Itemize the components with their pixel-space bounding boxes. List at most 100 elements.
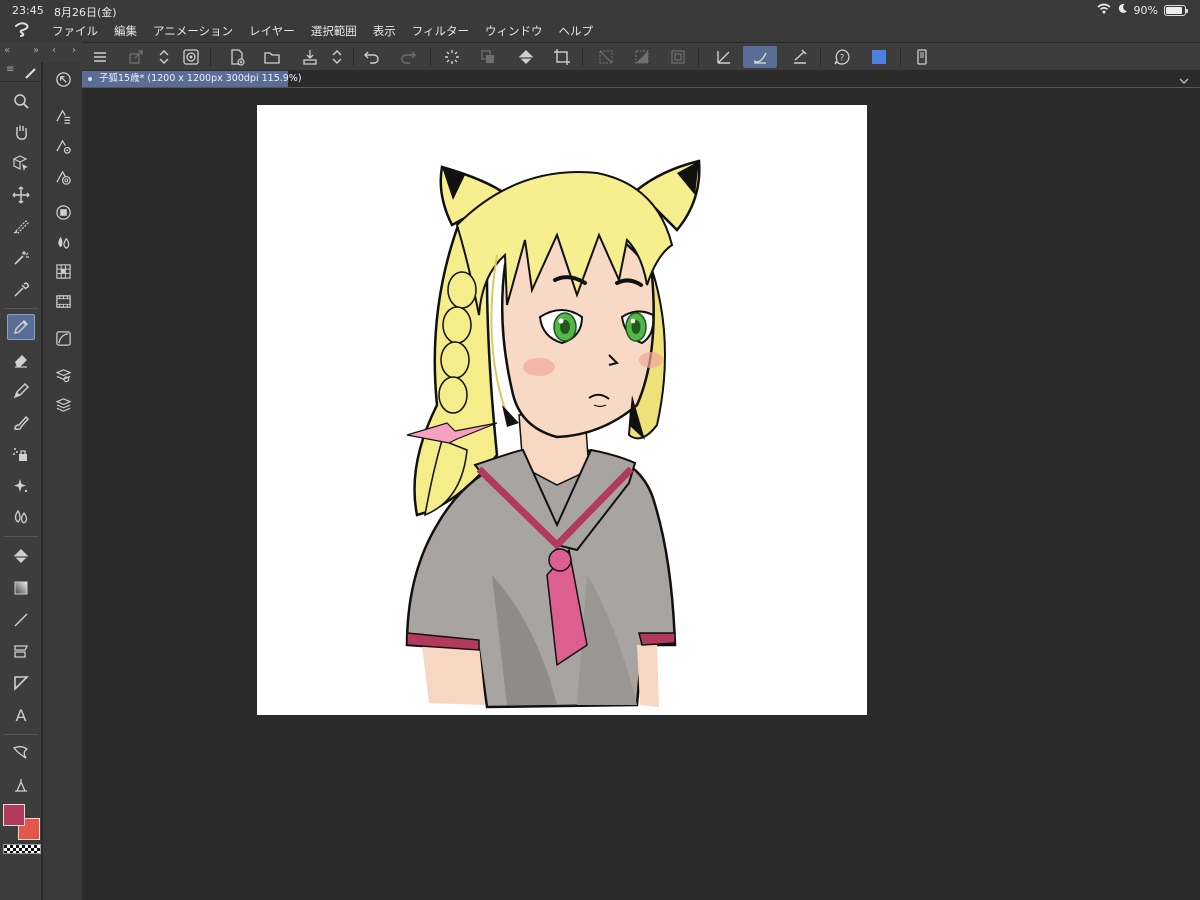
menu-filter[interactable]: フィルター xyxy=(404,23,477,39)
moon-icon xyxy=(1117,3,1128,17)
menu-window[interactable]: ウィンドウ xyxy=(477,23,551,39)
balloon-icon[interactable] xyxy=(7,740,35,766)
fill-bucket-icon[interactable] xyxy=(514,46,538,68)
svg-text:?: ? xyxy=(840,54,845,64)
select-layer-icon[interactable] xyxy=(666,46,690,68)
menu-edit[interactable]: 編集 xyxy=(106,23,145,39)
panel-next-button[interactable]: › xyxy=(72,45,76,56)
transparent-color-swatch[interactable] xyxy=(3,844,41,854)
operation-icon[interactable] xyxy=(7,150,35,176)
layer-search-icon[interactable] xyxy=(51,363,75,387)
decoration-icon[interactable] xyxy=(7,473,35,499)
list-icon[interactable]: ≡ xyxy=(6,64,14,75)
menu-view[interactable]: 表示 xyxy=(365,23,404,39)
panel-prev-button[interactable]: ‹ xyxy=(52,45,56,56)
menu-animation[interactable]: アニメーション xyxy=(145,23,241,39)
status-bar: 23:45 8月26日(金) 90% xyxy=(0,0,1200,20)
brush-size-icon[interactable] xyxy=(51,134,75,158)
undo-icon[interactable] xyxy=(360,46,384,68)
color-set-icon[interactable] xyxy=(51,200,75,224)
new-file-icon[interactable] xyxy=(225,46,249,68)
status-time: 23:45 xyxy=(12,4,44,17)
status-date: 8月26日(金) xyxy=(54,6,117,19)
wifi-icon xyxy=(1097,3,1111,17)
move-icon[interactable] xyxy=(7,182,35,208)
blend-icon[interactable] xyxy=(7,504,35,530)
tool-palette-tabs: ≡ xyxy=(0,62,42,82)
chevron-updown-icon-2[interactable] xyxy=(325,46,349,68)
transform-layer-icon[interactable] xyxy=(476,46,500,68)
help-icon[interactable]: ? xyxy=(830,46,854,68)
toolbar-separator xyxy=(210,48,211,66)
layer-icon[interactable] xyxy=(51,392,75,416)
toolbar-separator xyxy=(353,48,354,66)
redo-icon[interactable] xyxy=(396,46,420,68)
toolbar-separator xyxy=(820,48,821,66)
battery-fill xyxy=(1166,6,1183,14)
selection-icon[interactable] xyxy=(7,213,35,239)
menu-selection[interactable]: 選択範囲 xyxy=(303,23,365,39)
brush-tab-icon[interactable] xyxy=(24,65,37,84)
text-icon[interactable]: A xyxy=(7,702,35,728)
menu-file[interactable]: ファイル xyxy=(44,23,106,39)
navigator-icon[interactable] xyxy=(51,289,75,313)
layer-property-icon[interactable] xyxy=(51,326,75,350)
menu-bar: ファイル 編集 アニメーション レイヤー 選択範囲 表示 フィルター ウィンドウ… xyxy=(0,20,1200,42)
chevron-updown-icon[interactable] xyxy=(152,46,176,68)
crop-icon[interactable] xyxy=(550,46,574,68)
brush-icon[interactable] xyxy=(7,410,35,436)
frame-icon[interactable] xyxy=(7,638,35,664)
document-tab[interactable]: 子狐15歳* (1200 x 1200px 300dpi 115.9%) xyxy=(82,71,302,87)
auto-select-icon[interactable] xyxy=(7,245,35,271)
eraser-icon[interactable] xyxy=(7,347,35,373)
grid-snap-icon[interactable] xyxy=(788,46,812,68)
ruler-snap-icon[interactable] xyxy=(712,46,736,68)
color-wheel-icon[interactable] xyxy=(51,165,75,189)
menu-layer[interactable]: レイヤー xyxy=(241,23,303,39)
share-icon[interactable] xyxy=(124,46,148,68)
hand-icon[interactable] xyxy=(7,119,35,145)
pencil-icon[interactable] xyxy=(7,378,35,404)
main-color-swatch[interactable] xyxy=(3,804,25,826)
tool-palette: ≡ A xyxy=(0,62,42,900)
tab-underline xyxy=(82,87,1200,88)
drawing-canvas[interactable] xyxy=(257,105,867,715)
app-logo-icon[interactable] xyxy=(0,21,44,41)
loading-spinner-icon[interactable] xyxy=(440,46,464,68)
menu-help[interactable]: ヘルプ xyxy=(550,23,601,39)
battery-percent: 90% xyxy=(1133,3,1158,17)
chevron-down-icon[interactable] xyxy=(1178,72,1190,91)
collapse-right-button[interactable]: » xyxy=(33,45,39,56)
menu-hamburger-icon[interactable] xyxy=(88,46,112,68)
gradient-icon[interactable] xyxy=(7,575,35,601)
fill-icon[interactable] xyxy=(7,543,35,569)
command-bar: ? xyxy=(82,42,1200,70)
similar-color-icon[interactable] xyxy=(51,259,75,283)
battery-icon xyxy=(1164,4,1188,16)
cloud-sync-icon[interactable] xyxy=(179,46,203,68)
sub-tool-icon[interactable] xyxy=(51,67,75,91)
intermediate-color-icon[interactable] xyxy=(51,230,75,254)
color-swatch-icon[interactable] xyxy=(867,46,891,68)
zoom-icon[interactable] xyxy=(7,88,35,114)
fox-girl-illustration xyxy=(405,159,701,709)
tool-property-icon[interactable] xyxy=(51,104,75,128)
svg-text:A: A xyxy=(16,706,27,724)
invert-selection-icon[interactable] xyxy=(630,46,654,68)
deselect-icon[interactable] xyxy=(594,46,618,68)
save-icon[interactable] xyxy=(298,46,322,68)
airbrush-icon[interactable] xyxy=(7,441,35,467)
figure-icon[interactable] xyxy=(7,607,35,633)
toolbar-separator xyxy=(900,48,901,66)
toolbar-separator xyxy=(698,48,699,66)
collapse-left-button[interactable]: « xyxy=(4,45,10,56)
tool-separator xyxy=(4,536,38,537)
tool-separator xyxy=(4,308,38,309)
smartphone-icon[interactable] xyxy=(910,46,934,68)
eyedropper-icon[interactable] xyxy=(7,277,35,303)
ruler-icon[interactable] xyxy=(7,670,35,696)
correct-line-icon[interactable] xyxy=(7,772,35,798)
pen-icon[interactable] xyxy=(7,314,35,340)
open-folder-icon[interactable] xyxy=(260,46,284,68)
special-ruler-snap-icon[interactable] xyxy=(743,46,777,68)
